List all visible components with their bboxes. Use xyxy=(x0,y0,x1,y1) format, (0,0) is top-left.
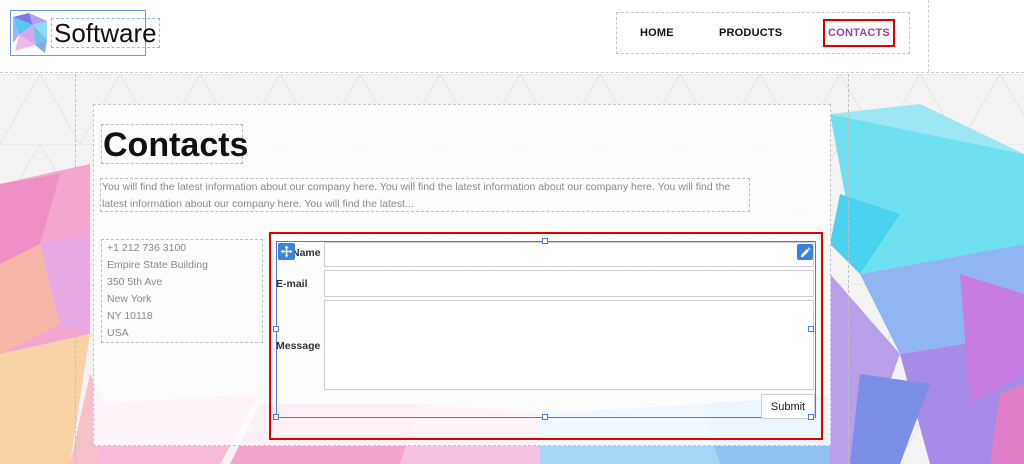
resize-handle[interactable] xyxy=(808,326,814,332)
resize-handle[interactable] xyxy=(273,326,279,332)
address-line: 350 5th Ave xyxy=(107,276,163,288)
nav-home[interactable]: HOME xyxy=(640,27,674,39)
pencil-icon[interactable] xyxy=(797,244,813,260)
name-input[interactable] xyxy=(324,242,814,267)
page-title: Contacts xyxy=(101,124,249,164)
site-header: Software HOME PRODUCTS CONTACTS xyxy=(0,0,1024,72)
address-line: Empire State Building xyxy=(107,259,208,271)
message-input[interactable] xyxy=(324,300,814,390)
guide-line xyxy=(848,74,849,464)
address-line: USA xyxy=(107,327,129,339)
intro-text: You will find the latest information abo… xyxy=(100,178,750,212)
resize-handle[interactable] xyxy=(542,238,548,244)
main-nav: HOME PRODUCTS CONTACTS xyxy=(616,12,910,54)
resize-handle[interactable] xyxy=(273,414,279,420)
guide-line xyxy=(75,74,76,464)
logo-text: Software xyxy=(51,18,160,48)
address-line: New York xyxy=(107,293,152,305)
contact-address: +1 212 736 3100 Empire State Building 35… xyxy=(101,239,263,343)
logo[interactable]: Software xyxy=(10,10,160,56)
email-label: E-mail xyxy=(276,278,308,290)
logo-mark-icon xyxy=(13,13,47,53)
email-input[interactable] xyxy=(324,270,814,297)
resize-handle[interactable] xyxy=(542,414,548,420)
resize-handle[interactable] xyxy=(808,414,814,420)
move-icon[interactable] xyxy=(278,243,295,260)
nav-products[interactable]: PRODUCTS xyxy=(719,27,782,39)
phone-number: +1 212 736 3100 xyxy=(107,242,187,254)
guide-line xyxy=(928,0,929,72)
submit-button[interactable]: Submit xyxy=(761,394,815,419)
nav-contacts[interactable]: CONTACTS xyxy=(823,19,895,47)
address-line: NY 10118 xyxy=(107,310,153,322)
message-label: Message xyxy=(276,340,321,352)
name-label: Name xyxy=(292,247,321,259)
